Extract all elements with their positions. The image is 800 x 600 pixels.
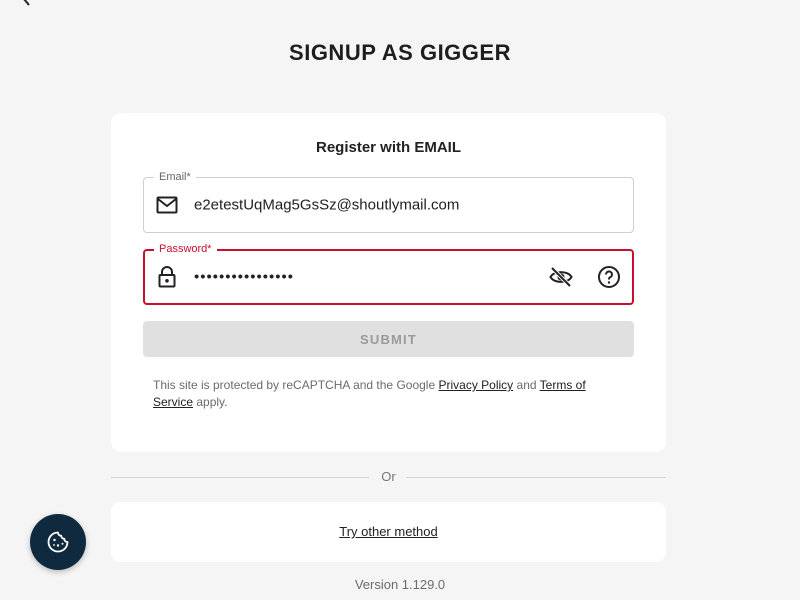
eye-off-icon [549, 266, 573, 288]
recaptcha-notice: This site is protected by reCAPTCHA and … [153, 377, 623, 411]
password-field[interactable]: Password* •••••••••••••••• [143, 242, 634, 305]
recaptcha-apply: apply. [196, 395, 228, 409]
email-input[interactable] [194, 196, 534, 214]
password-help-button[interactable] [596, 264, 622, 290]
mail-icon [156, 194, 178, 216]
toggle-visibility-button[interactable] [548, 264, 574, 290]
register-card: Register with EMAIL Email* Password* •• [111, 113, 666, 452]
submit-button[interactable]: SUBMIT [143, 321, 634, 357]
recaptcha-and: and [516, 378, 537, 392]
back-button[interactable] [20, 0, 40, 6]
version-label: Version 1.129.0 [354, 577, 446, 592]
password-input[interactable]: •••••••••••••••• [194, 269, 534, 286]
signup-page: SIGNUP AS GIGGER Register with EMAIL Ema… [0, 0, 800, 600]
divider-line-right [406, 477, 666, 478]
help-circle-icon [598, 266, 620, 288]
cookie-settings-button[interactable] [30, 514, 86, 570]
privacy-policy-link[interactable]: Privacy Policy [438, 378, 513, 392]
email-label: Email* [154, 170, 196, 184]
email-field[interactable]: Email* [143, 170, 634, 233]
or-divider: Or [111, 468, 666, 488]
try-other-method-link[interactable]: Try other method [111, 524, 666, 539]
lock-icon [156, 266, 178, 288]
recaptcha-text: This site is protected by reCAPTCHA and … [153, 378, 436, 392]
register-heading: Register with EMAIL [315, 139, 461, 156]
alternative-method-card: Try other method [111, 502, 666, 562]
password-label: Password* [154, 242, 217, 256]
cookie-icon [47, 531, 69, 553]
chevron-left-icon [23, 0, 30, 6]
page-title: SIGNUP AS GIGGER [289, 40, 511, 65]
